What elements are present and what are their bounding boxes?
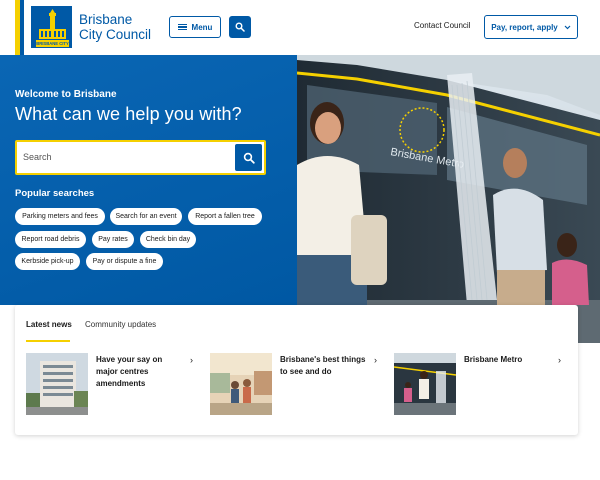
news-item-title: Have your say on major centres amendment… [96,355,163,388]
active-tab-indicator [26,340,70,342]
news-item-brisbane-metro[interactable]: Brisbane Metro › [394,353,566,417]
pay-report-apply-button[interactable]: Pay, report, apply [484,15,578,39]
menu-button[interactable]: Menu [169,16,221,38]
news-item-title: Brisbane Metro [464,355,523,364]
news-item-best-things[interactable]: Brisbane's best things to see and do › [210,353,382,417]
chevron-right-icon: › [374,355,377,365]
menu-button-label: Menu [191,22,213,32]
site-header: BRISBANE CITY Brisbane City Council Menu… [0,0,600,55]
chip-report-fallen-tree[interactable]: Report a fallen tree [188,208,262,225]
search-icon [243,152,255,164]
wordmark-line-1: Brisbane [79,12,133,27]
hamburger-icon [177,23,187,31]
search-input[interactable] [23,148,228,166]
welcome-label: Welcome to Brisbane [15,89,117,100]
chip-pay-dispute-fine[interactable]: Pay or dispute a fine [86,253,163,270]
chevron-right-icon: › [190,355,193,365]
wordmark-line-2: City Council [79,27,152,42]
logo-badge-text: BRISBANE CITY [36,41,69,46]
chip-check-bin-day[interactable]: Check bin day [140,231,196,248]
news-thumbnail [210,353,272,415]
street-market-image [210,353,272,415]
hero-search-box [15,140,266,175]
pay-button-label: Pay, report, apply [491,22,558,32]
chip-kerbside-pickup[interactable]: Kerbside pick-up [15,253,80,270]
hero-heading: What can we help you with? [15,104,242,124]
news-thumbnail [26,353,88,415]
chevron-right-icon: › [558,355,561,365]
contact-council-link[interactable]: Contact Council [414,21,470,30]
chevron-down-icon [564,25,571,29]
popular-searches-heading: Popular searches [15,188,95,199]
search-submit-button[interactable] [235,144,262,171]
council-wordmark[interactable]: Brisbane City Council [79,12,169,42]
apartment-building-image [26,353,88,415]
chip-pay-rates[interactable]: Pay rates [92,231,134,248]
header-search-button[interactable] [229,16,251,38]
tab-community-updates[interactable]: Community updates [85,320,156,329]
chip-parking-meters[interactable]: Parking meters and fees [15,208,105,225]
news-card: Latest news Community updates Have your … [15,305,578,435]
council-crest-logo[interactable]: BRISBANE CITY [31,6,72,48]
chip-report-road-debris[interactable]: Report road debris [15,231,86,248]
brand-stripe-blue [20,0,24,55]
search-icon [235,22,245,32]
metro-bus-image [394,353,456,415]
chip-search-event[interactable]: Search for an event [110,208,182,225]
news-item-title: Brisbane's best things to see and do [280,355,366,376]
hero-photo: Brisbane Metro [297,55,600,343]
news-thumbnail [394,353,456,415]
news-item-major-centres[interactable]: Have your say on major centres amendment… [26,353,198,417]
tab-latest-news[interactable]: Latest news [26,320,72,329]
metro-bus-illustration: Brisbane Metro [297,55,600,343]
